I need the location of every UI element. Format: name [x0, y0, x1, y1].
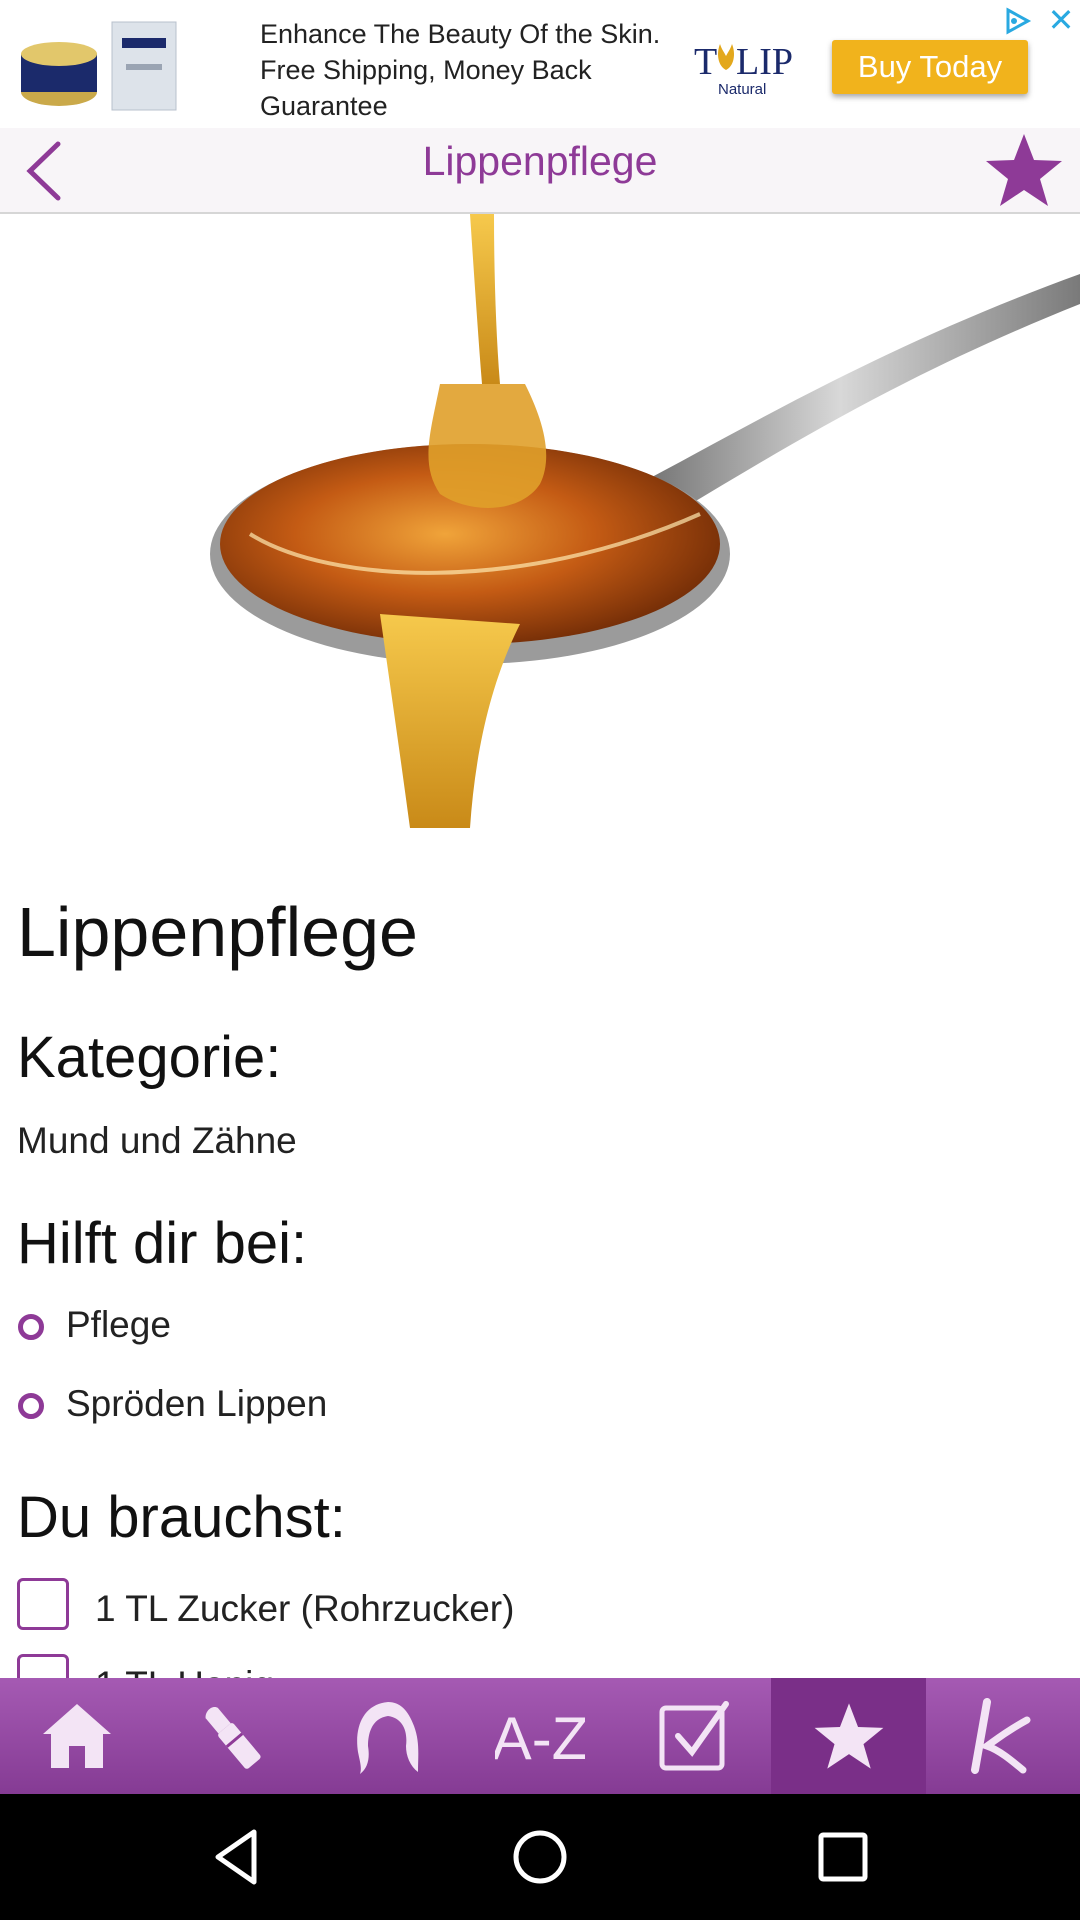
- svg-text:Natural: Natural: [718, 81, 766, 98]
- bullet-icon: [18, 1314, 44, 1340]
- bullet-icon: [18, 1393, 44, 1419]
- recipe-content: Lippenpflege Kategorie: Mund und Zähne H…: [0, 828, 1080, 1678]
- adchoices-icon[interactable]: [1000, 4, 1034, 38]
- category-heading: Kategorie:: [17, 1025, 282, 1090]
- nav-a-z[interactable]: A-Z: [463, 1678, 617, 1794]
- favorite-star-icon[interactable]: [980, 128, 1068, 212]
- nav-favorites[interactable]: [771, 1678, 926, 1794]
- recents-icon[interactable]: [808, 1822, 878, 1892]
- a-z-icon: A-Z: [495, 1705, 585, 1771]
- needs-heading: Du brauchst:: [17, 1485, 346, 1550]
- nav-brand[interactable]: [926, 1678, 1080, 1794]
- k-logo-icon: [970, 1698, 1031, 1774]
- svg-text:LIP: LIP: [736, 41, 793, 83]
- home-icon: [43, 1704, 112, 1768]
- ad-banner[interactable]: Enhance The Beauty Of the Skin. Free Shi…: [0, 0, 1080, 129]
- svg-text:A-Z: A-Z: [495, 1705, 585, 1771]
- hero-image: [0, 214, 1080, 828]
- home-circle-icon[interactable]: [505, 1822, 575, 1892]
- honey-spoon-illustration: [210, 214, 1080, 828]
- category-value: Mund und Zähne: [17, 1120, 297, 1161]
- ad-buy-button[interactable]: Buy Today: [832, 40, 1028, 94]
- svg-text:T: T: [694, 41, 717, 83]
- helps-item: Spröden Lippen: [66, 1383, 328, 1424]
- nav-hair[interactable]: [309, 1678, 463, 1794]
- ingredient-checkbox[interactable]: [17, 1654, 69, 1678]
- checkbox-icon: [659, 1701, 730, 1771]
- ingredient-label: 1 TL Zucker (Rohrzucker): [95, 1588, 515, 1629]
- recipe-title: Lippenpflege: [17, 893, 418, 971]
- back-icon[interactable]: [202, 1822, 272, 1892]
- lipstick-icon: [206, 1707, 261, 1769]
- hair-face-icon: [356, 1702, 419, 1774]
- ad-close-icon[interactable]: ✕: [1044, 2, 1078, 38]
- system-navigation-bar: [0, 1794, 1080, 1920]
- ingredient-checkbox[interactable]: [17, 1578, 69, 1630]
- top-bar: Lippenpflege: [0, 128, 1080, 214]
- nav-home[interactable]: [0, 1678, 154, 1794]
- nav-checklist[interactable]: [617, 1678, 771, 1794]
- ingredient-label: 1 TL Honig: [95, 1664, 274, 1678]
- page-title: Lippenpflege: [422, 138, 658, 184]
- star-icon: [814, 1703, 883, 1769]
- nav-cosmetics[interactable]: [154, 1678, 308, 1794]
- ad-product-image: [21, 21, 177, 111]
- helps-heading: Hilft dir bei:: [17, 1211, 308, 1276]
- helps-item: Pflege: [66, 1304, 171, 1345]
- ad-logo: T LIP Natural: [694, 41, 793, 98]
- bottom-navigation: A-Z: [0, 1678, 1080, 1794]
- ad-text[interactable]: Enhance The Beauty Of the Skin. Free Shi…: [260, 16, 680, 124]
